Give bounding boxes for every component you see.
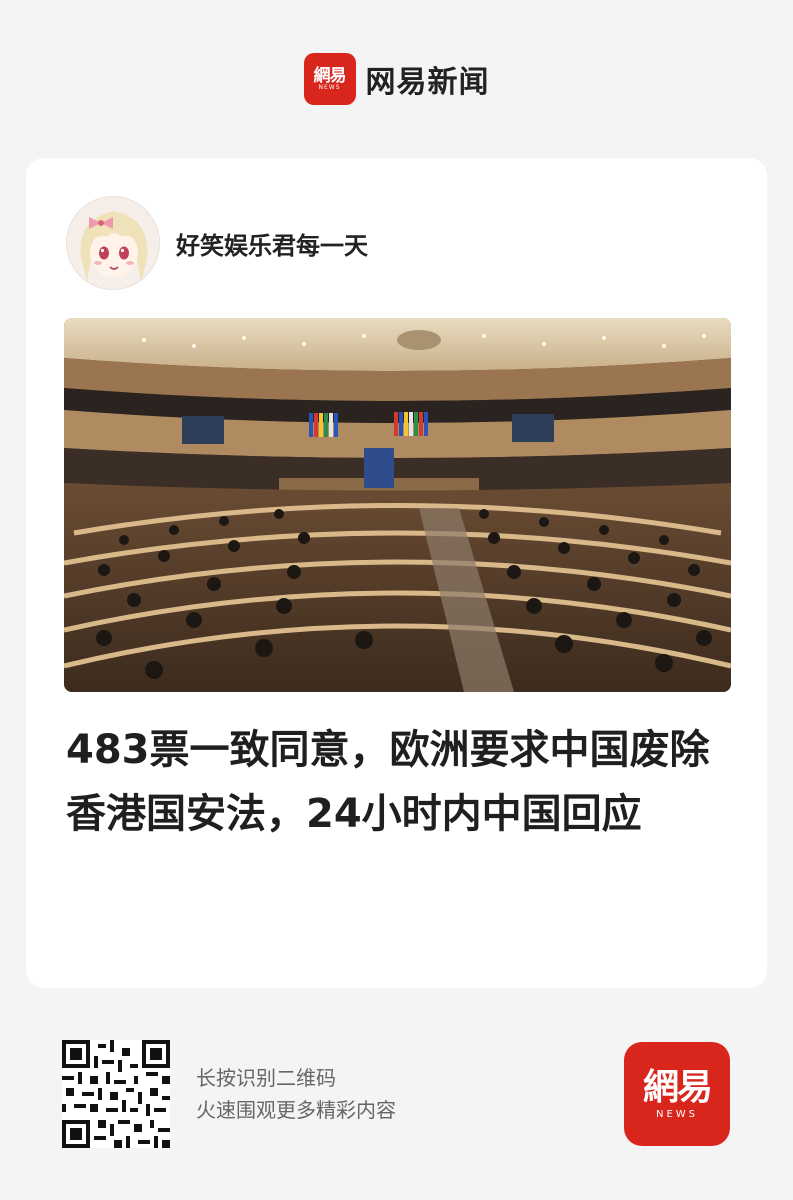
- logo-glyph-big: 網易: [642, 1066, 713, 1108]
- netease-news-app-icon[interactable]: 網易 NEWS: [624, 1042, 730, 1146]
- article-card[interactable]: 好笑娱乐君每一天 483票一致同意，欧洲要求中国废除香港国安法，24小时内中国回…: [26, 158, 767, 988]
- author-row[interactable]: 好笑娱乐君每一天: [66, 196, 368, 290]
- author-name[interactable]: 好笑娱乐君每一天: [176, 226, 368, 261]
- brand-header: 網易 NEWS 网易新闻: [0, 52, 793, 106]
- logo-sub-big: NEWS: [655, 1109, 699, 1121]
- footer-line-2: 火速围观更多精彩内容: [196, 1098, 396, 1122]
- footer-text: 长按识别二维码 火速围观更多精彩内容: [196, 1062, 396, 1126]
- logo-glyph: 網易: [313, 65, 347, 86]
- netease-news-logo-icon: 網易 NEWS: [303, 53, 356, 105]
- footer-line-1: 长按识别二维码: [196, 1066, 336, 1090]
- anime-girl-avatar-icon: [67, 197, 159, 289]
- qr-code-icon[interactable]: [62, 1040, 170, 1148]
- logo-sub: NEWS: [318, 84, 341, 92]
- parliament-chamber-photo-icon: [64, 318, 731, 692]
- avatar[interactable]: [66, 196, 160, 290]
- article-image[interactable]: [64, 318, 731, 692]
- article-headline[interactable]: 483票一致同意，欧洲要求中国废除香港国安法，24小时内中国回应: [66, 718, 736, 846]
- brand-name: 网易新闻: [365, 65, 490, 100]
